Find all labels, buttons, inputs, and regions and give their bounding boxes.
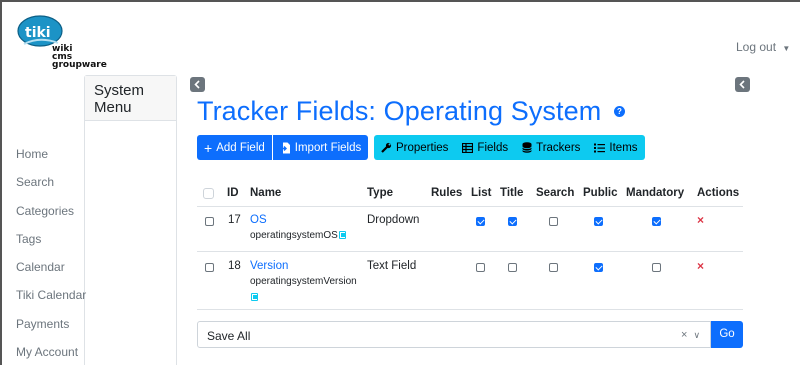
sidebar-item-home[interactable]: Home [16,147,48,161]
fields-button[interactable]: Fields [455,135,516,160]
sidebar-item-categories[interactable]: Categories [16,204,74,218]
trackers-button[interactable]: Trackers [515,135,588,160]
clear-icon[interactable]: × [681,329,687,341]
field-actions-group: + Add Field Import Fields [197,135,369,160]
field-name-link[interactable]: Version [250,260,288,272]
column-header-actions: Actions [697,187,740,199]
sidebar-item-my-account[interactable]: My Account [16,345,78,359]
go-button[interactable]: Go [711,321,743,348]
row-select-checkbox[interactable] [205,263,214,272]
collapse-right-column-button[interactable] [735,77,750,92]
column-header-public[interactable]: Public [583,187,618,199]
sidebar-item-payments[interactable]: Payments [16,317,69,331]
table-row-divider [197,251,743,252]
column-header-search[interactable]: Search [536,187,574,199]
column-header-name[interactable]: Name [250,187,281,199]
list-checkbox[interactable] [476,263,485,272]
delete-icon[interactable]: × [697,213,704,227]
sidebar-item-calendar[interactable]: Calendar [16,260,65,274]
system-menu-title-line-2: Menu [94,99,132,116]
title-checkbox[interactable] [508,263,517,272]
bulk-action-value: Save All [207,329,251,343]
bulk-action-select[interactable]: Save All × ∨ [197,321,711,348]
table-icon [462,142,474,153]
field-permname-text: operatingsystemOS [250,230,338,241]
window-frame-top [0,0,800,2]
sidebar-item-search[interactable]: Search [16,175,54,189]
select-all-checkbox[interactable] [203,188,214,199]
logout-menu[interactable]: Log out ▼ [736,40,790,54]
field-id: 18 [228,260,241,272]
page-title: Tracker Fields: Operating System [197,96,602,126]
search-checkbox[interactable] [549,217,558,226]
logo-wordmark: wiki cms groupware [52,45,107,70]
table-row-divider [197,309,743,310]
public-checkbox[interactable] [594,263,603,272]
column-header-mandatory[interactable]: Mandatory [626,187,684,199]
help-icon[interactable]: ? [614,106,625,117]
column-header-list[interactable]: List [471,187,491,199]
collapse-left-column-button[interactable] [190,77,205,92]
field-permname: operatingsystemOS [250,230,346,241]
sidebar-item-tags[interactable]: Tags [16,232,41,246]
field-permname-copy [250,291,258,303]
field-id: 17 [228,214,241,226]
chevron-down-icon[interactable]: ∨ [694,330,701,340]
column-header-type[interactable]: Type [367,187,393,199]
search-checkbox[interactable] [549,263,558,272]
system-menu-title-line-1: System [94,82,145,99]
tracker-nav-group: Properties Fields Trackers Items [374,135,645,160]
chevron-left-icon [739,80,745,89]
wrench-icon [381,142,392,153]
table-header-divider [197,206,743,207]
tiki-logo[interactable]: tiki wiki cms groupware [16,14,107,70]
logo-badge-text: tiki [25,25,51,41]
items-label: Items [609,141,638,154]
field-permname-text: operatingsystemVersion [250,276,357,287]
fields-label: Fields [477,141,509,154]
delete-icon[interactable]: × [697,259,704,273]
plus-icon: + [204,139,213,156]
list-checkbox[interactable] [476,217,485,226]
database-icon [522,142,533,153]
import-fields-button[interactable]: Import Fields [272,135,369,160]
file-import-icon [280,142,290,153]
system-menu: System Menu [84,75,177,365]
mandatory-checkbox[interactable] [652,263,661,272]
chevron-left-icon [194,80,200,89]
items-button[interactable]: Items [587,135,645,160]
column-header-rules[interactable]: Rules [431,187,462,199]
field-name-link[interactable]: OS [250,214,267,226]
add-field-label: Add Field [216,141,265,154]
copy-icon[interactable] [338,231,346,239]
sidebar-item-tiki-calendar[interactable]: Tiki Calendar [16,288,86,302]
column-header-title[interactable]: Title [500,187,523,199]
system-menu-title: System Menu [85,76,176,121]
row-select-checkbox[interactable] [205,217,214,226]
window-frame-left [0,0,2,365]
trackers-label: Trackers [536,141,581,154]
properties-button[interactable]: Properties [374,135,456,160]
mandatory-checkbox[interactable] [652,217,661,226]
title-checkbox[interactable] [508,217,517,226]
add-field-button[interactable]: + Add Field [197,135,272,160]
list-icon [594,143,606,152]
field-type: Text Field [367,260,417,272]
copy-icon[interactable] [251,293,258,301]
column-header-id[interactable]: ID [227,187,239,199]
properties-label: Properties [396,141,449,154]
caret-down-icon: ▼ [782,44,791,53]
bulk-action-controls: × ∨ [681,329,700,341]
field-type: Dropdown [367,214,420,226]
logo-word-groupware: groupware [52,60,107,70]
import-fields-label: Import Fields [294,141,362,154]
public-checkbox[interactable] [594,217,603,226]
logout-label: Log out [736,40,777,54]
